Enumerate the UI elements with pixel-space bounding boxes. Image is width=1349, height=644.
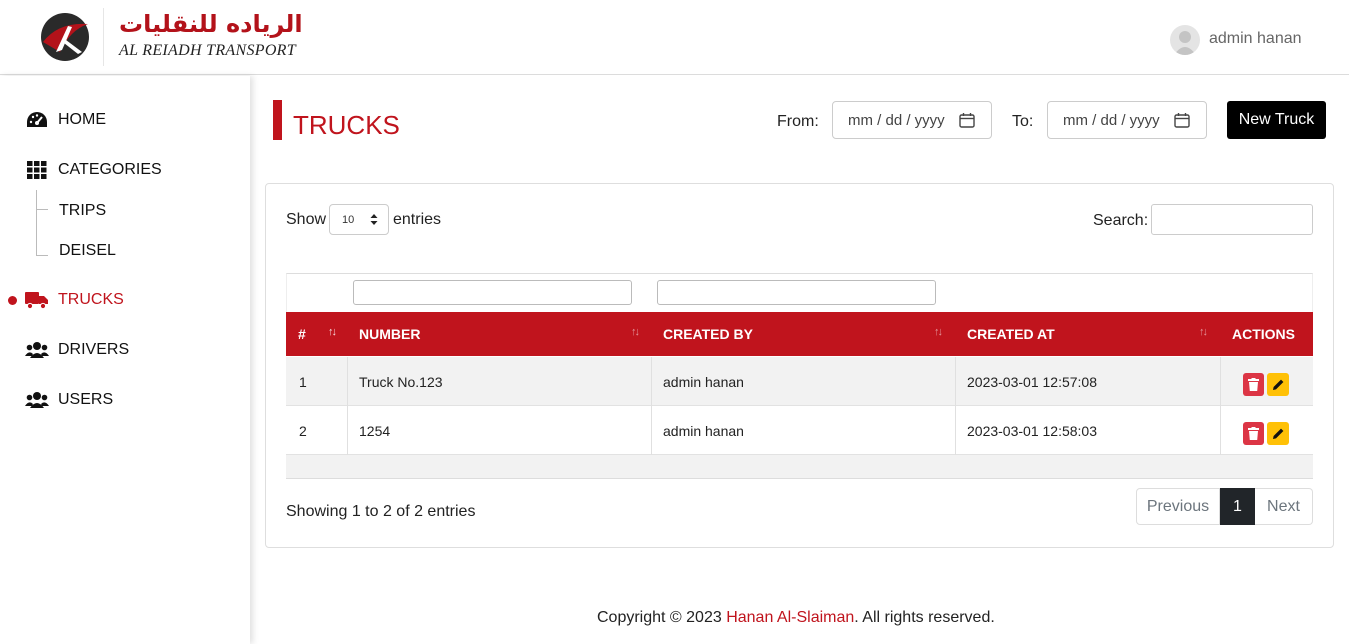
page-title-accent [273,100,282,140]
sidebar: HOME CATEGORIES TRIPS DEISEL TRUCKS DRIV… [0,76,250,644]
column-separator [347,357,348,406]
pencil-icon [1272,428,1283,439]
cell-created-at: 2023-03-01 12:57:08 [967,373,1097,390]
sidebar-subitem-deisel[interactable]: DEISEL [59,242,116,260]
column-header-number[interactable]: NUMBER [359,312,420,356]
to-date-label: To: [1012,113,1034,130]
entries-label: entries [393,211,442,228]
cell-index: 1 [299,373,307,390]
cell-created-by: admin hanan [663,373,744,390]
edit-button[interactable] [1267,373,1289,396]
submenu-tick [36,209,48,210]
dashboard-gauge-icon [25,110,49,130]
column-separator [955,357,956,406]
column-header-created-by[interactable]: CREATED BY [663,312,753,356]
column-separator [1220,406,1221,455]
table-row: 2 1254 admin hanan 2023-03-01 12:58:03 [286,406,1313,455]
user-name[interactable]: admin hanan [1209,30,1302,48]
search-input[interactable] [1151,204,1313,235]
main-content: TRUCKS From: mm / dd / yyyy To: mm / dd … [250,76,1349,644]
sort-icon[interactable]: ↑↓ [328,326,337,338]
users-group-icon [25,340,49,360]
table-info: Showing 1 to 2 of 2 entries [286,503,476,520]
page-length-select[interactable]: 10 [329,204,389,235]
date-placeholder: mm / dd / yyyy [1063,111,1160,129]
table-row: 1 Truck No.123 admin hanan 2023-03-01 12… [286,357,1313,406]
brand-arabic-name: الرياده للنقليات [119,10,303,38]
cell-created-by: admin hanan [663,422,744,439]
column-header-created-at[interactable]: CREATED AT [967,312,1055,356]
page-footer: Copyright © 2023 Hanan Al-Slaiman. All r… [597,609,995,627]
trucks-table-card: Show 10 entries Search: # ↑↓ NUMBER ↑↓ C… [265,183,1334,548]
column-separator [347,406,348,455]
sidebar-item-label: TRUCKS [58,291,124,308]
column-separator [651,406,652,455]
column-header-actions: ACTIONS [1232,326,1295,342]
cell-number: 1254 [359,422,391,439]
sidebar-item-users[interactable]: USERS [0,385,250,415]
from-date-input[interactable]: mm / dd / yyyy [832,101,992,139]
page-length-value: 10 [342,213,355,226]
company-logo[interactable] [38,12,92,62]
date-placeholder: mm / dd / yyyy [848,111,945,129]
user-avatar[interactable] [1170,25,1200,55]
calendar-icon[interactable] [959,112,975,128]
active-indicator-dot [8,295,17,305]
sort-icon[interactable]: ↑↓ [934,326,943,338]
cell-number: Truck No.123 [359,373,443,390]
trash-icon [1248,378,1259,391]
calendar-icon[interactable] [1174,112,1190,128]
column-header-index[interactable]: # [298,312,306,356]
column-separator [955,406,956,455]
delete-button[interactable] [1243,422,1264,445]
grid-icon [25,160,49,180]
pagination: Previous 1 Next [1136,488,1313,525]
sidebar-item-label: CATEGORIES [58,161,162,178]
next-page-button[interactable]: Next [1255,488,1313,525]
sort-icon[interactable]: ↑↓ [1199,326,1208,338]
previous-page-button[interactable]: Previous [1136,488,1220,525]
page-number-button[interactable]: 1 [1220,488,1255,525]
sidebar-subitem-trips[interactable]: TRIPS [59,202,106,220]
sidebar-item-label: USERS [58,391,114,408]
from-date-label: From: [777,113,819,130]
sidebar-item-label: DRIVERS [58,341,130,358]
column-separator [1220,357,1221,406]
column-filter-row [286,273,1313,313]
truck-icon [25,290,49,310]
top-navbar: الرياده للنقليات AL REIADH TRANSPORT adm… [0,0,1349,75]
sidebar-item-categories[interactable]: CATEGORIES [0,155,250,185]
sidebar-item-home[interactable]: HOME [0,105,250,135]
trash-icon [1248,427,1259,440]
sort-icon[interactable]: ↑↓ [631,326,640,338]
sidebar-item-trucks[interactable]: TRUCKS [0,285,250,315]
column-separator [651,357,652,406]
table-header: # ↑↓ NUMBER ↑↓ CREATED BY ↑↓ CREATED AT … [286,312,1313,356]
submenu-tree-line [36,190,37,256]
pencil-icon [1272,379,1283,390]
edit-button[interactable] [1267,422,1289,445]
number-filter-input[interactable] [353,280,632,305]
sidebar-item-drivers[interactable]: DRIVERS [0,335,250,365]
page-title: TRUCKS [293,110,400,140]
submenu-tick [36,255,48,256]
logo-divider [103,8,104,66]
search-label: Search: [1093,212,1149,229]
cell-index: 2 [299,422,307,439]
select-arrows-icon [370,214,378,225]
cell-created-at: 2023-03-01 12:58:03 [967,422,1097,439]
delete-button[interactable] [1243,373,1264,396]
users-group-icon [25,390,49,410]
copyright-text: Copyright © 2023 [597,609,722,626]
brand-english-name: AL REIADH TRANSPORT [119,42,296,59]
to-date-input[interactable]: mm / dd / yyyy [1047,101,1207,139]
user-avatar-icon [1174,31,1196,55]
author-link[interactable]: Hanan Al-Slaiman [726,609,854,626]
created-by-filter-input[interactable] [657,280,936,305]
sidebar-item-label: HOME [58,111,106,128]
new-truck-button[interactable]: New Truck [1227,101,1326,139]
rights-text: . All rights reserved. [854,609,995,626]
show-label: Show [286,211,327,228]
table-footer [286,455,1313,479]
